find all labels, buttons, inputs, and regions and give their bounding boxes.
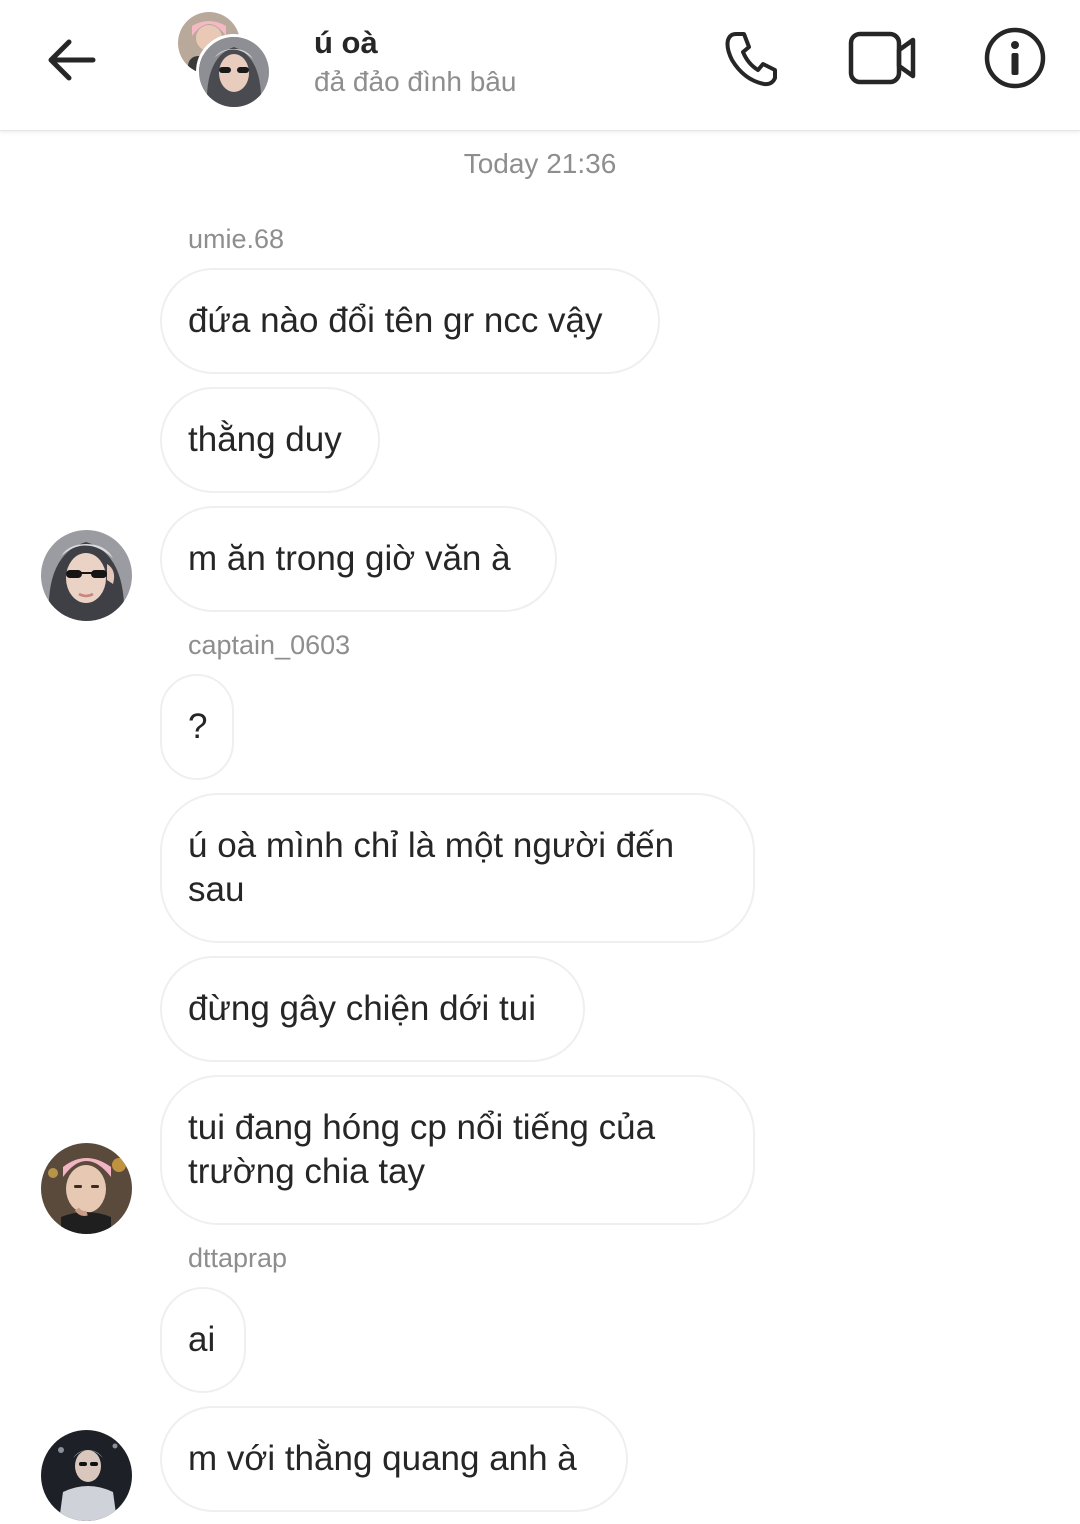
video-call-button[interactable]: [844, 22, 920, 94]
thread-header: ú oà đả đảo đình bâu: [0, 0, 1080, 131]
phone-icon: [725, 32, 777, 87]
message-text: ai: [188, 1320, 216, 1359]
message-bubble[interactable]: m ăn trong giờ văn à: [160, 506, 557, 612]
audio-call-button[interactable]: [712, 22, 788, 94]
message-text: thằng duy: [188, 420, 342, 459]
sender-name: umie.68: [188, 224, 285, 254]
message-bubble[interactable]: tui đang hóng cp nổi tiếng của trường ch…: [160, 1075, 755, 1225]
direct-message-thread: ú oà đả đảo đình bâu Today 21:36 umie.68: [0, 0, 1080, 1524]
message-timestamp: Today 21:36: [463, 148, 617, 179]
back-button[interactable]: [36, 28, 106, 92]
video-camera-icon: [848, 31, 916, 85]
group-avatar[interactable]: [178, 12, 272, 110]
message-bubble[interactable]: ai: [160, 1287, 246, 1393]
message-bubble[interactable]: ?: [160, 674, 234, 780]
message-bubble[interactable]: đừng gây chiện dới tui: [160, 956, 585, 1062]
message-bubble[interactable]: đứa nào đổi tên gr ncc vậy: [160, 268, 660, 374]
sender-avatar[interactable]: [41, 530, 132, 621]
message-text: m với thằng quang anh à: [188, 1439, 577, 1478]
message-bubble[interactable]: ú oà mình chỉ là một người đến sau: [160, 793, 755, 943]
group-member-avatar-front: [196, 34, 272, 110]
thread-title-block[interactable]: ú oà đả đảo đình bâu: [314, 24, 694, 102]
message-text: ú oà mình chỉ là một người đến sau: [188, 826, 675, 909]
sender-name: captain_0603: [188, 630, 351, 660]
message-text: tui đang hóng cp nổi tiếng của trường ch…: [188, 1108, 656, 1191]
thread-details-button[interactable]: [977, 22, 1053, 94]
sender-name: dttaprap: [188, 1243, 288, 1273]
message-text: m ăn trong giờ văn à: [188, 539, 511, 578]
message-text: đứa nào đổi tên gr ncc vậy: [188, 301, 603, 340]
info-icon: [984, 27, 1046, 89]
message-text: đừng gây chiện dới tui: [188, 989, 536, 1028]
thread-title: ú oà: [314, 25, 378, 60]
message-text: ?: [188, 707, 208, 746]
sender-avatar[interactable]: [41, 1430, 132, 1521]
arrow-left-icon: [48, 39, 96, 81]
thread-subtitle: đả đảo đình bâu: [314, 66, 517, 97]
message-bubble[interactable]: m với thằng quang anh à: [160, 1406, 628, 1512]
message-bubble[interactable]: thằng duy: [160, 387, 380, 493]
sender-avatar[interactable]: [41, 1143, 132, 1234]
